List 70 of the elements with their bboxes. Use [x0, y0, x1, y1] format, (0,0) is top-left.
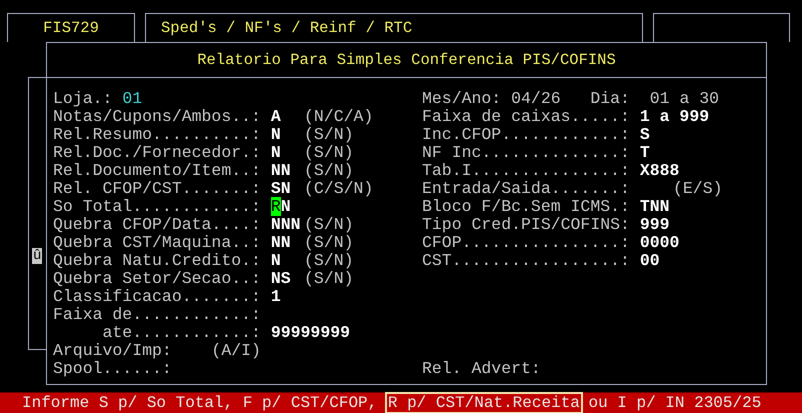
field-hint: (S/N)	[304, 216, 354, 234]
field-label: Quebra Setor/Secao..:	[53, 270, 262, 288]
field-label: Rel.Doc./Fornecedor.:	[53, 144, 262, 162]
field-value[interactable]: NNN	[270, 216, 304, 234]
field-value[interactable]: T	[640, 144, 673, 162]
field-value[interactable]: RN	[270, 198, 304, 216]
field-label: Mes/Ano:	[422, 90, 502, 108]
field-value[interactable]: NS	[270, 270, 304, 288]
field-label: Dia:	[590, 90, 630, 108]
field-value[interactable]: 99999999	[270, 324, 350, 342]
field-value[interactable]: 01	[122, 90, 142, 108]
field-hint: (N/C/A)	[304, 108, 374, 126]
tab[interactable]: FIS729	[7, 13, 135, 42]
field-hint: (S/N)	[304, 144, 354, 162]
field-value[interactable]: 1 a 999	[640, 108, 710, 126]
field-label: Tipo Cred.PIS/COFINS:	[422, 216, 631, 234]
field-value[interactable]: NN	[270, 162, 304, 180]
field-value[interactable]: S	[640, 126, 673, 144]
dialog-title: Relatorio Para Simples Conferencia PIS/COFINS	[197, 51, 616, 69]
field-label: So Total............:	[53, 198, 262, 216]
field-value[interactable]: 04/26	[511, 90, 561, 108]
text-cursor: R	[270, 197, 281, 216]
field-label: Quebra CFOP/Data....:	[53, 216, 262, 234]
field-label: Bloco F/Bc.Sem ICMS.:	[422, 198, 631, 216]
field-value[interactable]: X888	[640, 162, 680, 180]
field-hint: (S/N)	[304, 252, 354, 270]
field-hint: (C/S/N)	[304, 180, 374, 198]
field-value[interactable]: N	[270, 144, 304, 162]
field-value[interactable]: NN	[270, 234, 304, 252]
field-value[interactable]: TNN	[640, 198, 673, 216]
field-label: Quebra CST/Maquina..:	[53, 234, 262, 252]
field-label: Inc.CFOP............:	[422, 126, 631, 144]
field-label: Classificacao.......:	[53, 288, 262, 306]
field-value[interactable]: N	[270, 252, 304, 270]
field-label: Faixa de caixas.....:	[422, 108, 631, 126]
field-label: ate............:	[102, 324, 262, 342]
field-label: Rel.Resumo..........:	[53, 126, 262, 144]
field-label: Tab.I...............:	[422, 162, 631, 180]
field-hint: (A/I)	[211, 342, 261, 360]
field-hint: (S/N)	[304, 162, 354, 180]
field-label: Rel.Documento/Item..:	[53, 162, 262, 180]
field-label: Rel. CFOP/CST.......:	[53, 180, 262, 198]
field-value: 01 a 30	[650, 90, 720, 108]
field-value[interactable]: 00	[640, 252, 673, 270]
field-label: Entrada/Saida.......:	[422, 180, 631, 198]
field-value[interactable]: 999	[640, 216, 673, 234]
field-label: NF Inc..............:	[422, 144, 631, 162]
field-hint: (S/N)	[304, 270, 354, 288]
field-value[interactable]: 0000	[640, 234, 680, 252]
scroll-marker[interactable]: û	[32, 248, 42, 264]
field-label: Quebra Natu.Credito.:	[53, 252, 262, 270]
field-value[interactable]: A	[270, 108, 304, 126]
field-label: Notas/Cupons/Ambos..:	[53, 108, 262, 126]
field-label: CFOP................:	[422, 234, 631, 252]
field-label: Spool......:	[53, 360, 172, 378]
field-label: Faixa de............:	[53, 306, 262, 324]
field-value[interactable]: N	[270, 126, 304, 144]
field-value[interactable]: SN	[270, 180, 304, 198]
tab[interactable]: Sped's / NF's / Reinf / RTC	[145, 13, 643, 42]
field-hint: (S/N)	[304, 234, 354, 252]
field-hint: (S/N)	[304, 126, 354, 144]
status-message: Informe S p/ So Total, F p/ CST/CFOP,	[22, 394, 378, 412]
field-value[interactable]: 1	[270, 288, 304, 306]
field-label: Loja.:	[53, 90, 112, 108]
field-label: Rel. Advert:	[422, 360, 541, 378]
field-hint: (E/S)	[672, 180, 722, 198]
status-message: ou I p/ IN 2305/25	[588, 394, 762, 412]
field-label: CST.................:	[422, 252, 631, 270]
field-label: Arquivo/Imp:	[53, 342, 172, 360]
highlighted-hint: R p/ CST/Nat.Receita	[386, 394, 581, 412]
